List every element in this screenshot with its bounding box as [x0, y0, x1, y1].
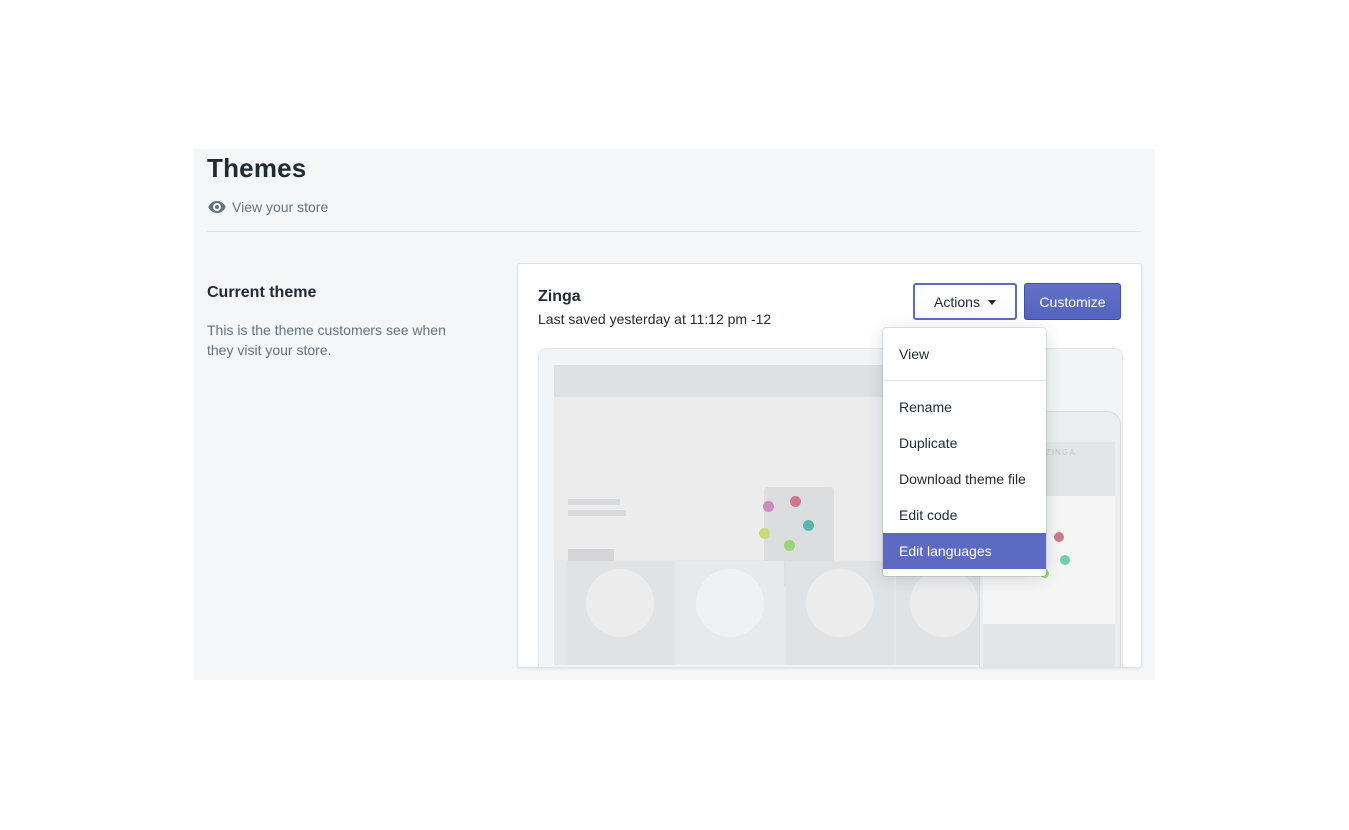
- mobile-preview-title: ZINGA: [1046, 448, 1076, 457]
- preview-dot: [790, 496, 801, 507]
- caret-down-icon: [987, 300, 996, 305]
- divider: [207, 231, 1141, 232]
- menu-item-duplicate[interactable]: Duplicate: [883, 425, 1046, 461]
- last-saved-text: Last saved yesterday at 11:12 pm -12: [538, 311, 772, 327]
- menu-separator: [883, 380, 1046, 381]
- view-store-label: View your store: [232, 199, 329, 215]
- section-description: This is the theme customers see when the…: [207, 322, 446, 358]
- menu-item-edit-code[interactable]: Edit code: [883, 497, 1046, 533]
- preview-tile: [786, 561, 894, 665]
- actions-dropdown-menu: View Rename Duplicate Download theme fil…: [883, 328, 1046, 576]
- eye-icon: [208, 201, 226, 213]
- theme-name: Zinga: [538, 288, 581, 305]
- menu-item-view[interactable]: View: [883, 336, 1046, 372]
- preview-text-line: [568, 499, 620, 505]
- section-title: Current theme: [207, 284, 317, 301]
- preview-tile: [566, 561, 674, 665]
- preview-dot: [784, 540, 795, 551]
- preview-dot: [763, 501, 774, 512]
- menu-item-download-theme-file[interactable]: Download theme file: [883, 461, 1046, 497]
- preview-dot: [759, 528, 770, 539]
- view-store-link[interactable]: View your store: [208, 199, 328, 215]
- actions-button[interactable]: Actions: [913, 283, 1017, 320]
- preview-text-line: [568, 510, 626, 516]
- preview-tile: [896, 561, 990, 665]
- preview-dot: [803, 520, 814, 531]
- customize-button[interactable]: Customize: [1024, 283, 1121, 320]
- page-title: Themes: [207, 153, 307, 183]
- menu-item-rename[interactable]: Rename: [883, 389, 1046, 425]
- preview-tile: [676, 561, 784, 665]
- menu-item-edit-languages[interactable]: Edit languages: [883, 533, 1046, 569]
- preview-dot: [1060, 555, 1070, 565]
- actions-button-label: Actions: [934, 293, 980, 310]
- current-theme-card: Zinga Last saved yesterday at 11:12 pm -…: [517, 263, 1142, 668]
- preview-dot: [1054, 532, 1064, 542]
